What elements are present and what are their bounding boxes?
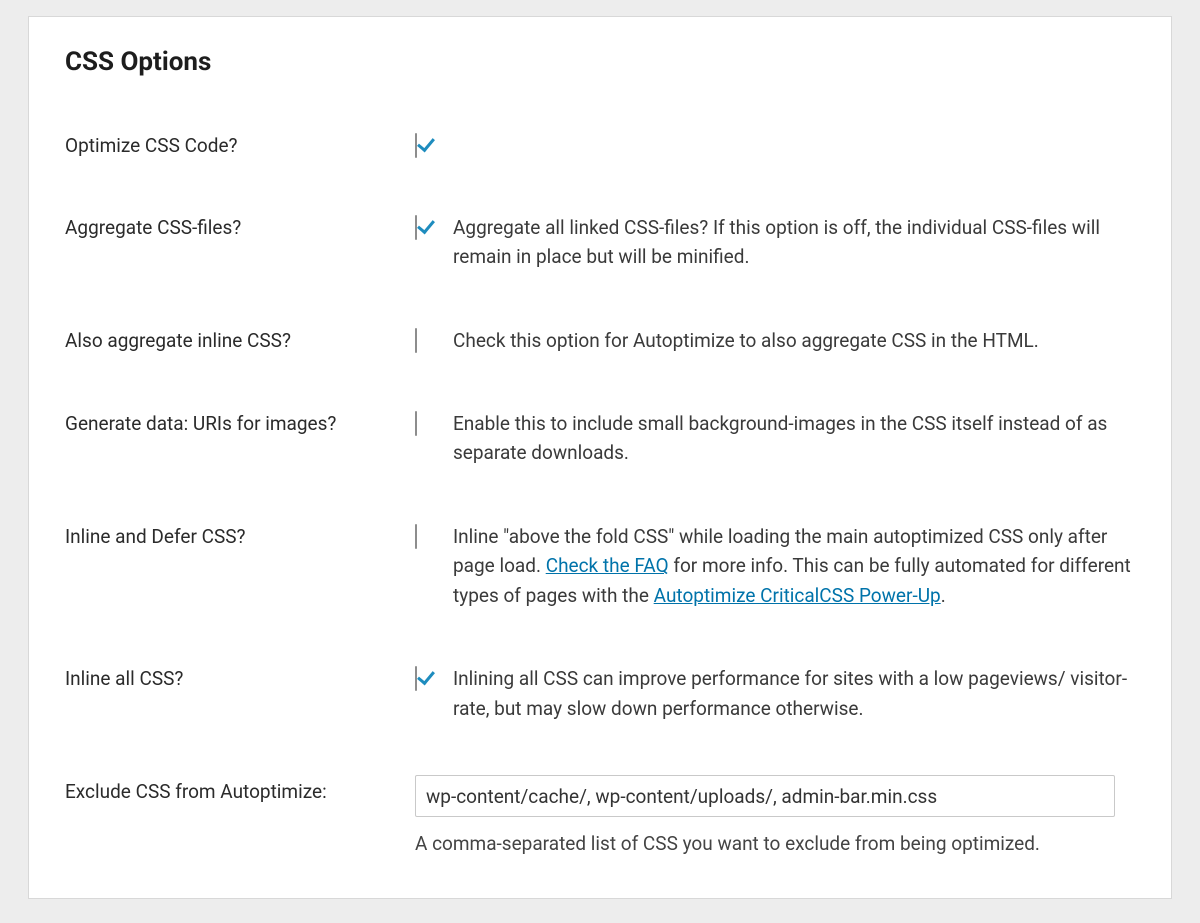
desc-data-uris: Enable this to include small background-…: [453, 407, 1135, 468]
css-options-panel: CSS Options Optimize CSS Code?: [28, 16, 1172, 899]
label-inline-all: Inline all CSS?: [65, 658, 415, 771]
helper-exclude-css: A comma-separated list of CSS you want t…: [415, 829, 1135, 858]
desc-aggregate-inline: Check this option for Autoptimize to als…: [453, 324, 1135, 355]
input-exclude-css[interactable]: [415, 775, 1115, 817]
label-optimize-css: Optimize CSS Code?: [65, 125, 415, 207]
label-inline-defer: Inline and Defer CSS?: [65, 516, 415, 658]
label-aggregate-css: Aggregate CSS-files?: [65, 207, 415, 320]
checkbox-aggregate-css[interactable]: [415, 215, 417, 240]
link-check-faq[interactable]: Check the FAQ: [546, 554, 669, 577]
checkbox-inline-all[interactable]: [415, 666, 417, 691]
checkbox-inline-defer[interactable]: [415, 524, 417, 549]
desc-inline-all: Inlining all CSS can improve performance…: [453, 662, 1135, 723]
desc-aggregate-css: Aggregate all linked CSS-files? If this …: [453, 211, 1135, 272]
label-exclude-css: Exclude CSS from Autoptimize:: [65, 771, 415, 906]
checkbox-optimize-css[interactable]: [415, 133, 417, 158]
label-data-uris: Generate data: URIs for images?: [65, 403, 415, 516]
desc-inline-defer: Inline "above the fold CSS" while loadin…: [453, 520, 1135, 610]
settings-table: Optimize CSS Code? Aggregate CSS-files?: [65, 125, 1135, 906]
checkbox-aggregate-inline[interactable]: [415, 328, 417, 353]
label-aggregate-inline: Also aggregate inline CSS?: [65, 320, 415, 403]
section-title: CSS Options: [65, 47, 1135, 77]
desc-inline-defer-post: .: [941, 584, 946, 607]
link-criticalcss-powerup[interactable]: Autoptimize CriticalCSS Power-Up: [654, 584, 941, 607]
checkbox-data-uris[interactable]: [415, 411, 417, 436]
